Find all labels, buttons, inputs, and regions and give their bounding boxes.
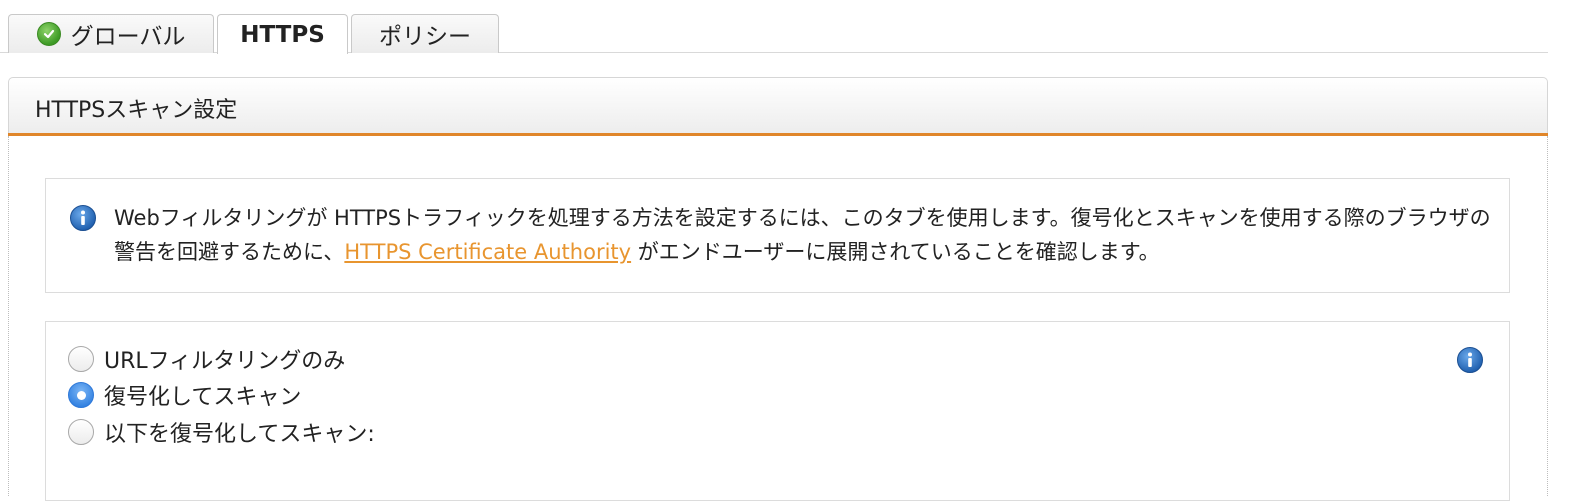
- certificate-authority-link[interactable]: HTTPS Certificate Authority: [344, 240, 631, 264]
- info-text-after: がエンドユーザーに展開されていることを確認します。: [631, 240, 1160, 264]
- radio-label: 以下を復号化してスキャン:: [104, 422, 375, 447]
- info-message-box: Webフィルタリングが HTTPSトラフィックを処理する方法を設定するには、この…: [45, 178, 1510, 293]
- tab-label: ポリシー: [379, 24, 471, 50]
- help-info-icon[interactable]: [1457, 347, 1483, 373]
- check-circle-icon: [36, 22, 61, 46]
- info-message-text: Webフィルタリングが HTTPSトラフィックを処理する方法を設定するには、この…: [114, 201, 1494, 269]
- radio-label: URLフィルタリングのみ: [104, 349, 346, 374]
- radio-label: 復号化してスキャン: [104, 385, 302, 410]
- info-icon: [70, 205, 96, 231]
- section-header: HTTPSスキャン設定: [8, 77, 1548, 133]
- tab-global[interactable]: グローバル: [8, 14, 214, 53]
- radio-button-selected[interactable]: [68, 382, 94, 408]
- tab-https[interactable]: HTTPS: [217, 14, 348, 54]
- scan-mode-options-box: URLフィルタリングのみ 復号化してスキャン 以下を復号化してスキャン:: [45, 321, 1510, 501]
- radio-option-decrypt-following[interactable]: 以下を復号化してスキャン:: [68, 417, 375, 447]
- radio-option-decrypt-and-scan[interactable]: 復号化してスキャン: [68, 380, 301, 410]
- radio-option-url-filtering-only[interactable]: URLフィルタリングのみ: [68, 344, 345, 374]
- tab-bar: グローバル HTTPS ポリシー: [0, 0, 1548, 55]
- tab-policy[interactable]: ポリシー: [351, 14, 499, 53]
- section-title: HTTPSスキャン設定: [35, 98, 238, 123]
- radio-button[interactable]: [68, 346, 94, 372]
- tab-label: HTTPS: [240, 21, 325, 48]
- tab-label: グローバル: [70, 24, 186, 50]
- radio-button[interactable]: [68, 419, 94, 445]
